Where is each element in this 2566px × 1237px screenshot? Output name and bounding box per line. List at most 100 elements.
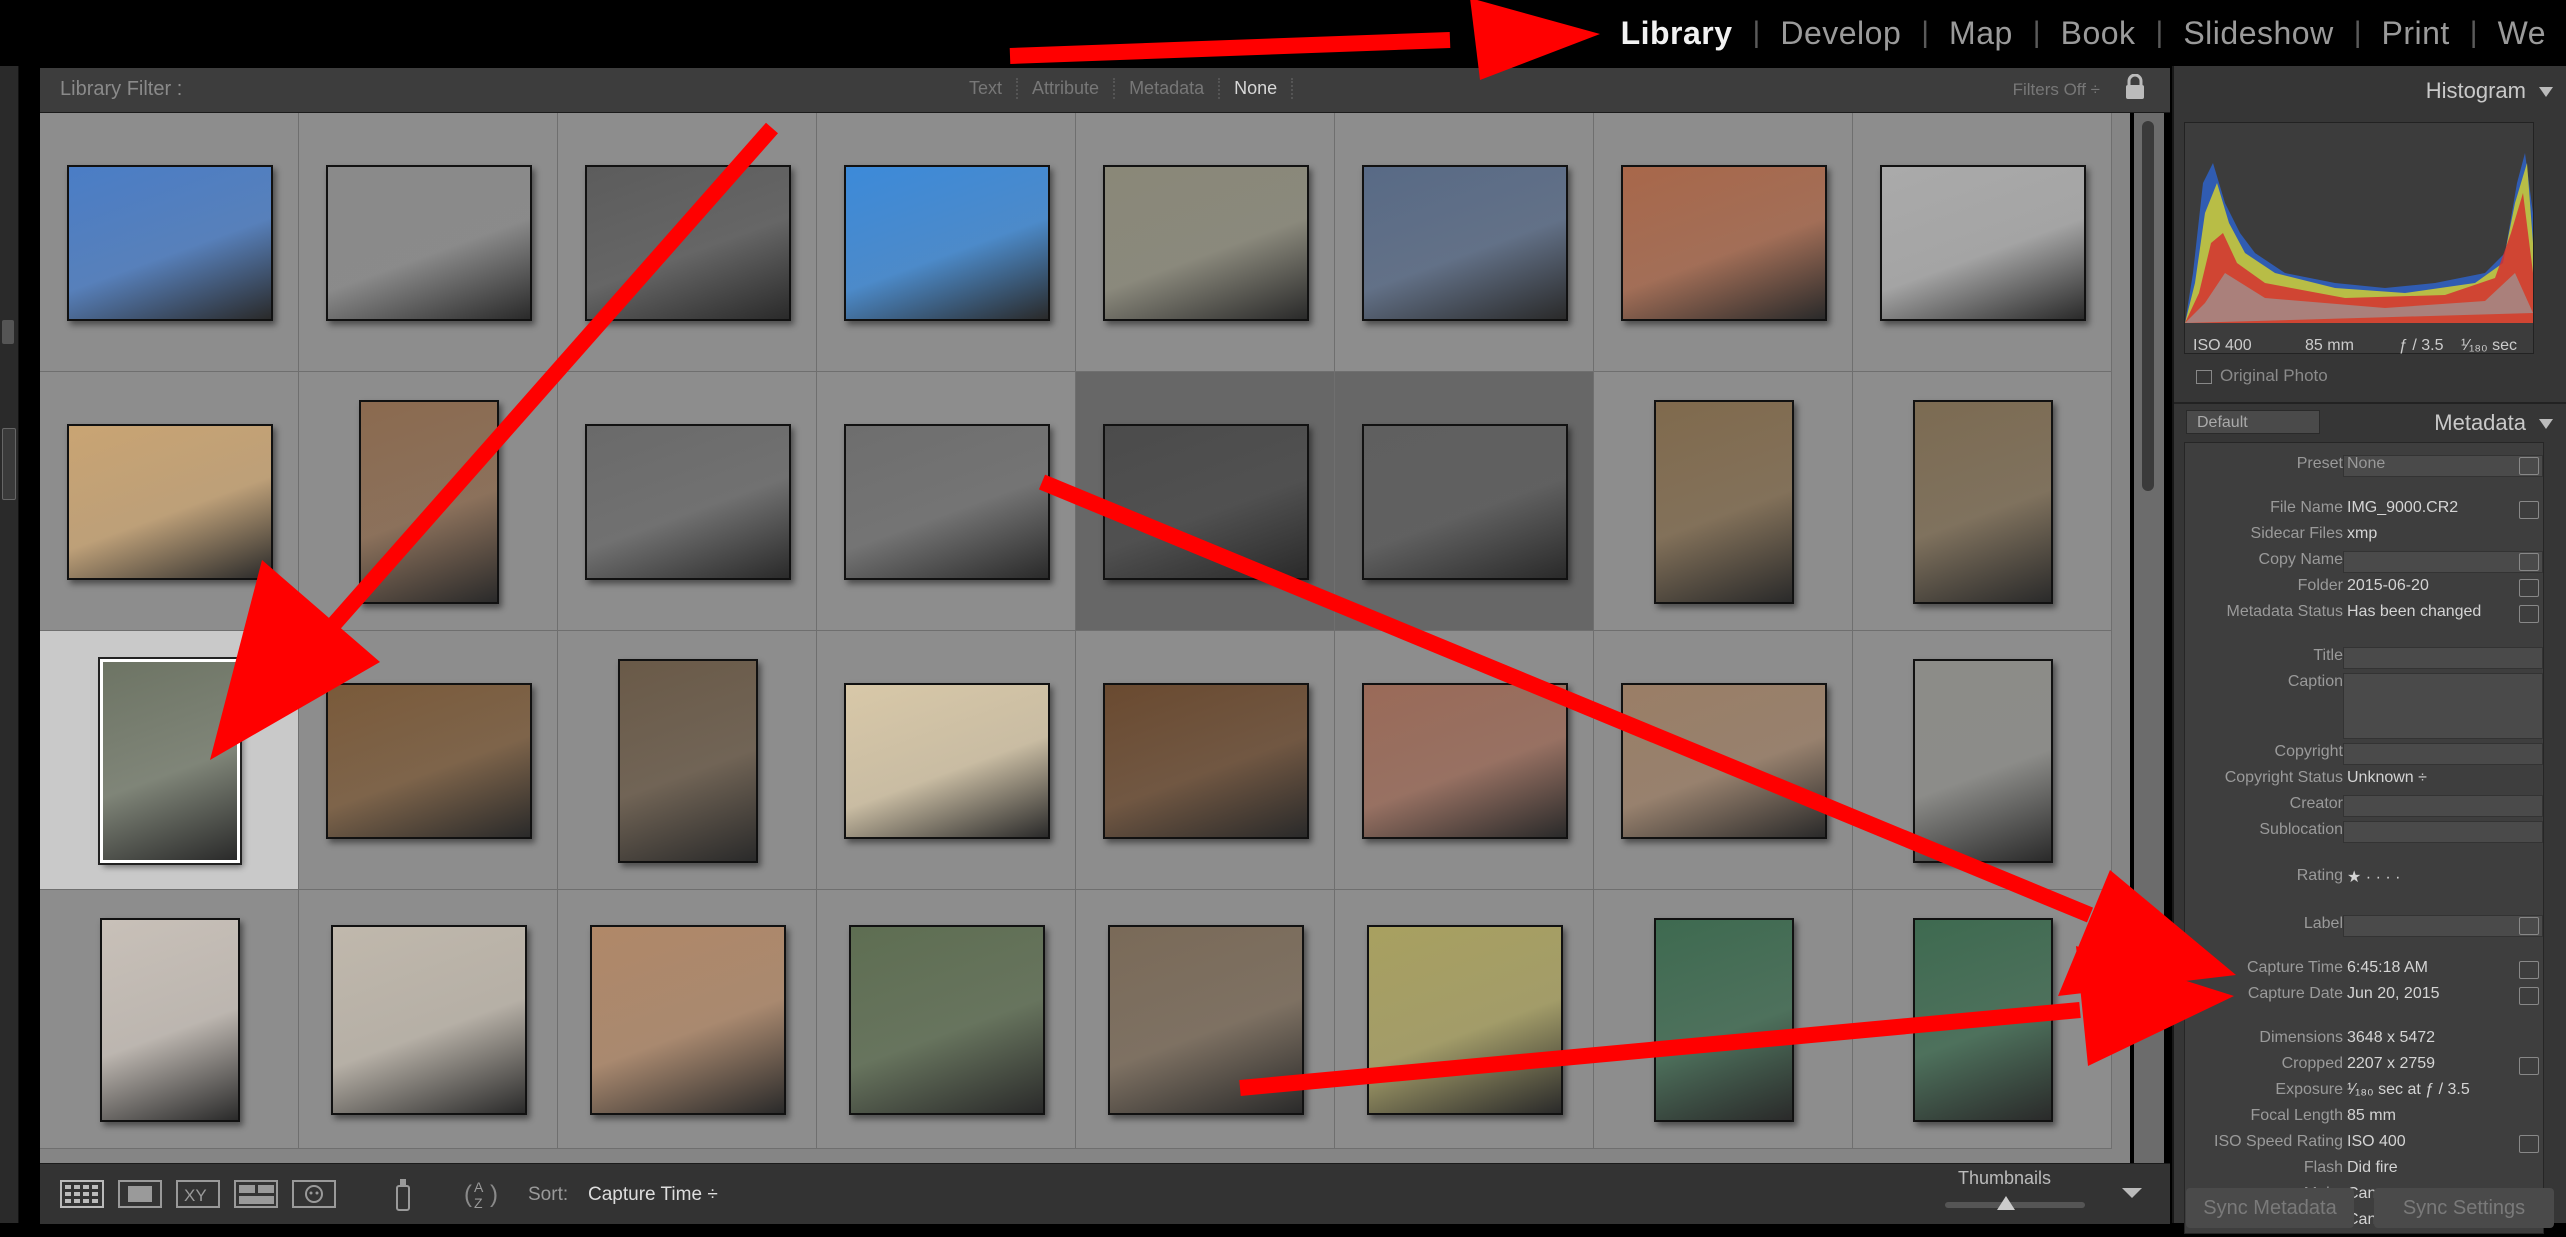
collapse-triangle-icon[interactable] (2538, 86, 2554, 98)
metadata-field[interactable] (2343, 673, 2543, 739)
grid-cell[interactable] (40, 113, 299, 372)
photo-thumbnail[interactable] (97, 656, 242, 865)
photo-thumbnail[interactable] (1912, 399, 2053, 604)
grid-cell[interactable] (558, 113, 817, 372)
metadata-field[interactable] (2343, 551, 2543, 573)
photo-thumbnail[interactable] (325, 164, 532, 321)
module-library[interactable]: Library (1601, 15, 1753, 52)
photo-thumbnail[interactable] (1620, 682, 1827, 839)
collapse-triangle-icon[interactable] (2538, 418, 2554, 430)
module-map[interactable]: Map (1929, 15, 2033, 52)
photo-thumbnail[interactable] (589, 924, 786, 1115)
photo-thumbnail[interactable] (66, 423, 273, 580)
photo-thumbnail[interactable] (1102, 682, 1309, 839)
photo-thumbnail[interactable] (584, 164, 791, 321)
photo-thumbnail[interactable] (325, 682, 532, 839)
filters-off-dropdown[interactable]: Filters Off ÷ (2013, 80, 2100, 100)
filter-tab-none[interactable]: None (1220, 78, 1294, 99)
metadata-action-button[interactable] (2519, 501, 2539, 519)
grid-cell[interactable] (40, 890, 299, 1149)
metadata-action-button[interactable] (2519, 579, 2539, 597)
grid-cell[interactable] (1853, 113, 2112, 372)
grid-cell[interactable] (558, 890, 817, 1149)
left-panel-collapsed[interactable] (0, 66, 19, 1223)
thumbnail-size-slider[interactable] (1945, 1196, 2085, 1210)
original-photo-checkbox[interactable] (2196, 369, 2212, 384)
photo-thumbnail[interactable] (1366, 924, 1563, 1115)
grid-cell[interactable] (40, 631, 299, 890)
toolbar-menu-chevron-icon[interactable] (2118, 1184, 2146, 1202)
grid-cell[interactable] (1076, 372, 1335, 631)
painter-spray-icon[interactable] (390, 1176, 416, 1212)
filter-tab-text[interactable]: Text (955, 78, 1019, 99)
module-book[interactable]: Book (2041, 15, 2156, 52)
survey-view-icon[interactable] (234, 1180, 278, 1208)
sort-direction-icon[interactable]: ( A Z ) (460, 1176, 516, 1212)
photo-thumbnail[interactable] (1912, 917, 2053, 1122)
people-view-icon[interactable] (292, 1180, 336, 1208)
photo-thumbnail[interactable] (1361, 164, 1568, 321)
grid-cell[interactable] (1335, 631, 1594, 890)
grid-cell[interactable] (817, 631, 1076, 890)
metadata-action-button[interactable] (2519, 605, 2539, 623)
grid-cell[interactable] (1076, 113, 1335, 372)
grid-cell[interactable] (299, 631, 558, 890)
grid-cell[interactable] (817, 890, 1076, 1149)
filter-tab-attribute[interactable]: Attribute (1018, 78, 1116, 99)
photo-thumbnail[interactable] (1879, 164, 2086, 321)
photo-thumbnail[interactable] (1912, 658, 2053, 863)
grid-cell[interactable] (299, 372, 558, 631)
metadata-header[interactable]: Default Metadata (2174, 402, 2566, 442)
grid-cell[interactable] (558, 631, 817, 890)
filter-tab-metadata[interactable]: Metadata (1115, 78, 1221, 99)
metadata-action-button[interactable] (2519, 1057, 2539, 1075)
grid-cell[interactable] (1594, 631, 1853, 890)
metadata-action-button[interactable] (2519, 457, 2539, 475)
grid-cell[interactable] (299, 890, 558, 1149)
photo-thumbnail[interactable] (1102, 164, 1309, 321)
sort-dropdown[interactable]: Capture Time ÷ (588, 1184, 718, 1206)
metadata-action-button[interactable] (2519, 917, 2539, 935)
photo-thumbnail[interactable] (1102, 423, 1309, 580)
original-photo-toggle[interactable]: Original Photo (2196, 366, 2328, 386)
grid-cell[interactable] (1076, 890, 1335, 1149)
photo-thumbnail[interactable] (1361, 682, 1568, 839)
grid-cell[interactable] (1853, 890, 2112, 1149)
grid-cell[interactable] (1594, 372, 1853, 631)
grid-cell[interactable] (1076, 631, 1335, 890)
photo-thumbnail[interactable] (99, 917, 240, 1122)
grid-cell[interactable] (40, 372, 299, 631)
sync-metadata-button[interactable]: Sync Metadata (2186, 1188, 2354, 1228)
metadata-value[interactable]: None (2347, 455, 2385, 473)
grid-cell[interactable] (558, 372, 817, 631)
photo-thumbnail[interactable] (848, 924, 1045, 1115)
photo-thumbnail[interactable] (843, 423, 1050, 580)
loupe-view-icon[interactable] (118, 1180, 162, 1208)
sync-settings-button[interactable]: Sync Settings (2374, 1188, 2554, 1228)
metadata-field[interactable] (2343, 647, 2543, 669)
grid-cell[interactable] (817, 372, 1076, 631)
scroll-thumb[interactable] (2142, 121, 2154, 491)
compare-view-icon[interactable]: XY (176, 1180, 220, 1208)
module-print[interactable]: Print (2361, 15, 2469, 52)
histogram-header[interactable]: Histogram (2174, 72, 2566, 110)
photo-thumbnail[interactable] (1653, 399, 1794, 604)
metadata-action-button[interactable] (2519, 553, 2539, 571)
photo-thumbnail[interactable] (843, 682, 1050, 839)
photo-thumbnail[interactable] (1361, 423, 1568, 580)
photo-thumbnail[interactable] (358, 399, 499, 604)
metadata-action-button[interactable] (2519, 961, 2539, 979)
metadata-field[interactable] (2343, 821, 2543, 843)
metadata-field[interactable] (2343, 915, 2543, 937)
metadata-field[interactable] (2343, 795, 2543, 817)
grid-cell[interactable] (1594, 890, 1853, 1149)
metadata-action-button[interactable] (2519, 987, 2539, 1005)
photo-thumbnail[interactable] (330, 924, 527, 1115)
grid-cell[interactable] (299, 113, 558, 372)
lock-icon[interactable] (2124, 74, 2146, 100)
module-slideshow[interactable]: Slideshow (2163, 15, 2353, 52)
photo-thumbnail[interactable] (1107, 924, 1304, 1115)
module-develop[interactable]: Develop (1760, 15, 1921, 52)
photo-thumbnail[interactable] (617, 658, 758, 863)
grid-cell[interactable] (1853, 372, 2112, 631)
